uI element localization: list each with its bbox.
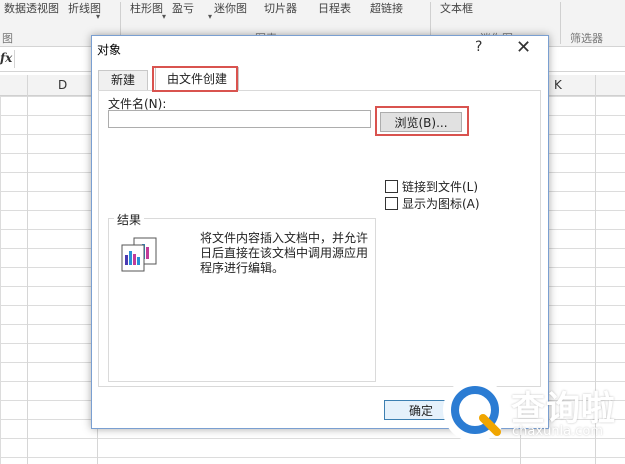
grid-column-line	[27, 75, 28, 464]
watermark-q-icon	[451, 386, 501, 436]
link-to-file-option[interactable]: 链接到文件(L)	[385, 178, 478, 195]
close-icon[interactable]: ✕	[516, 37, 531, 58]
watermark-logo	[443, 378, 507, 442]
formula-separator	[14, 50, 15, 68]
tab-new[interactable]: 新建	[98, 70, 148, 90]
object-dialog: 对象 ? ✕ 新建 由文件创建 文件名(N): 浏览(B)... 链接到文件(L…	[91, 35, 549, 429]
ribbon-item[interactable]: 超链接	[370, 0, 403, 16]
ribbon-item[interactable]: 切片器	[264, 0, 297, 16]
display-as-icon-label: 显示为图标(A)	[402, 197, 480, 211]
link-to-file-checkbox[interactable]	[385, 180, 398, 193]
watermark-brand: 查询啦	[511, 389, 616, 429]
embedded-file-icon	[121, 237, 157, 272]
ribbon-separator	[560, 2, 561, 44]
chevron-down-icon[interactable]: ▾	[162, 12, 166, 21]
highlight-box-browse	[375, 106, 469, 136]
display-as-icon-checkbox[interactable]	[385, 197, 398, 210]
chevron-down-icon[interactable]: ▾	[208, 12, 212, 21]
ribbon-item[interactable]: 数据透视图	[4, 0, 59, 16]
help-button[interactable]: ?	[475, 39, 482, 55]
column-header-d[interactable]: D	[58, 78, 67, 92]
dialog-title: 对象	[97, 43, 122, 57]
ribbon-group-label: 图	[2, 32, 13, 45]
ribbon-item[interactable]: 柱形图	[130, 0, 163, 16]
ribbon-item[interactable]: 文本框	[440, 0, 473, 16]
function-icon[interactable]: fx	[0, 51, 12, 65]
ribbon-item[interactable]: 盈亏	[172, 0, 194, 16]
ribbon-item[interactable]: 迷你图	[214, 0, 247, 16]
ribbon-group-label: 筛选器	[570, 32, 603, 45]
watermark-url: chaxunla.com	[512, 424, 603, 439]
filename-input[interactable]	[108, 110, 371, 128]
result-description: 将文件内容插入文档中，并允许日后直接在该文档中调用源应用程序进行编辑。	[200, 231, 369, 275]
column-header-k[interactable]: K	[554, 78, 562, 92]
result-label: 结果	[114, 211, 145, 228]
ribbon-item[interactable]: 日程表	[318, 0, 351, 16]
link-to-file-label: 链接到文件(L)	[402, 180, 479, 194]
chevron-down-icon[interactable]: ▾	[96, 12, 100, 21]
highlight-box-tab	[152, 66, 238, 92]
display-as-icon-option[interactable]: 显示为图标(A)	[385, 195, 480, 212]
